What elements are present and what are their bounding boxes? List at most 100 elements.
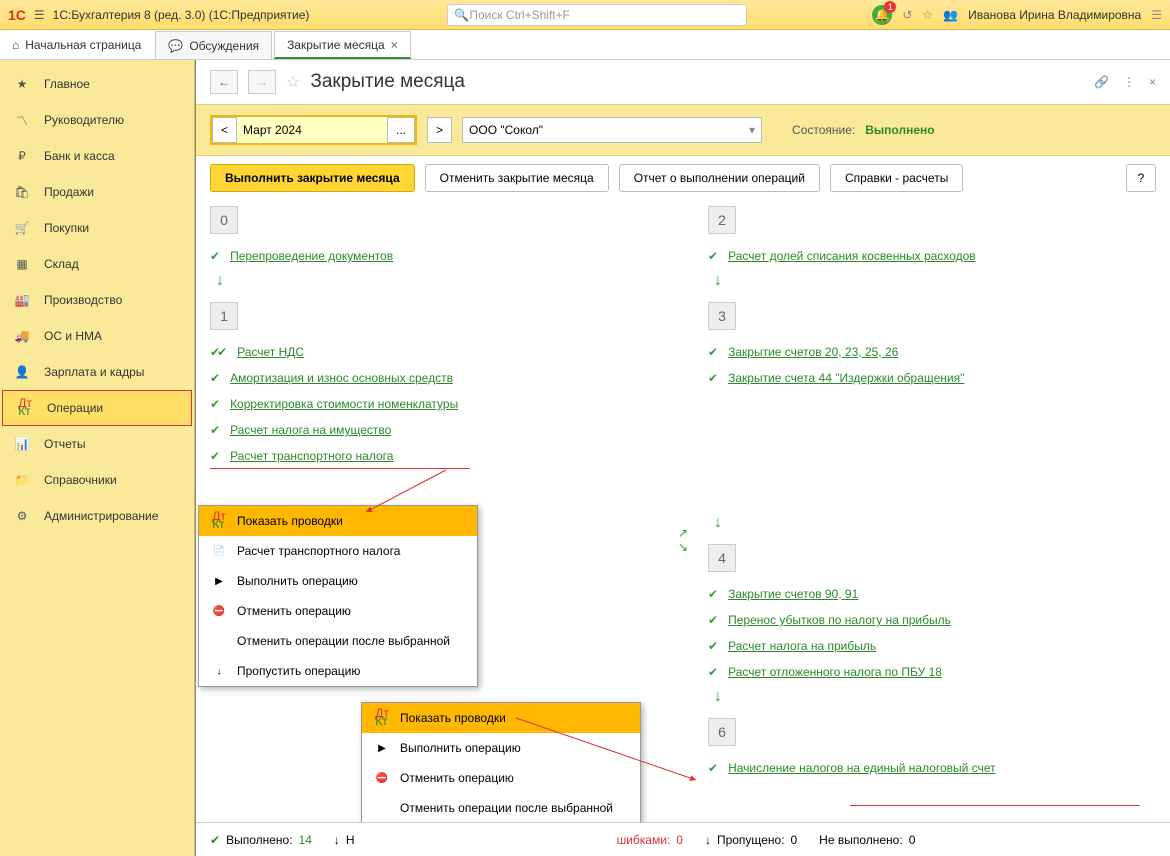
check-icon: ✔ [210, 449, 220, 463]
sidebar-item-hr[interactable]: 👤Зарплата и кадры [0, 354, 194, 390]
chat-icon: 💬 [168, 39, 183, 53]
check-icon: ✔ [708, 249, 718, 263]
ctx-cancel-after-2[interactable]: Отменить операции после выбранной [362, 793, 640, 822]
close-page-icon[interactable]: × [1149, 75, 1156, 89]
period-prev-button[interactable]: < [212, 117, 237, 143]
ctx-cancel-after[interactable]: Отменить операции после выбранной [199, 626, 477, 656]
op-repost-documents[interactable]: ✔Перепроведение документов [210, 246, 658, 266]
sidebar-item-bank[interactable]: ₽Банк и касса [0, 138, 194, 174]
more-icon[interactable]: ⋮ [1123, 75, 1135, 89]
run-icon: ▶ [211, 573, 227, 589]
basket-icon: 🛒 [14, 220, 30, 236]
op-unified-tax-account[interactable]: ✔Начисление налогов на единый налоговый … [708, 758, 1156, 778]
check-icon: ✔ [708, 665, 718, 679]
check-icon: ✔ [210, 397, 220, 411]
app-title: 1С:Бухгалтерия 8 (ред. 3.0) (1С:Предприя… [53, 8, 310, 22]
ctx-execute-operation-2[interactable]: ▶Выполнить операцию [362, 733, 640, 763]
favorite-icon[interactable]: ☆ [286, 72, 300, 92]
sidebar-item-purchases[interactable]: 🛒Покупки [0, 210, 194, 246]
sidebar-item-reports[interactable]: 📊Отчеты [0, 426, 194, 462]
period-next-button[interactable]: > [427, 117, 452, 143]
chart-icon: 📊 [14, 436, 30, 452]
op-close-90-91[interactable]: ✔Закрытие счетов 90, 91 [708, 584, 1156, 604]
period-ellipsis-button[interactable]: ... [387, 117, 415, 143]
help-button[interactable]: ? [1126, 164, 1156, 192]
sidebar-item-warehouse[interactable]: ▦Склад [0, 246, 194, 282]
status-bar: ✔Выполнено:14 ↓Н шибками:0 ↓Пропущено:0 … [196, 822, 1170, 856]
history-icon[interactable]: ↺ [902, 8, 912, 22]
op-transport-tax[interactable]: ✔Расчет транспортного налога [210, 446, 658, 466]
op-profit-tax[interactable]: ✔Расчет налога на прибыль [708, 636, 1156, 656]
check-icon: ✔ [708, 587, 718, 601]
op-close-44[interactable]: ✔Закрытие счета 44 "Издержки обращения" [708, 368, 1156, 388]
sidebar-item-admin[interactable]: ⚙Администрирование [0, 498, 194, 534]
search-input[interactable]: 🔍 Поиск Ctrl+Shift+F [447, 4, 747, 26]
ctx-cancel-operation-2[interactable]: ⛔Отменить операцию [362, 763, 640, 793]
stage-badge-1: 1 [210, 302, 238, 330]
op-close-20-23-25-26[interactable]: ✔Закрытие счетов 20, 23, 25, 26 [708, 342, 1156, 362]
check-icon: ✔ [708, 639, 718, 653]
op-deferred-tax[interactable]: ✔Расчет отложенного налога по ПБУ 18 [708, 662, 1156, 682]
stage-badge-2: 2 [708, 206, 736, 234]
ctx-execute-operation[interactable]: ▶Выполнить операцию [199, 566, 477, 596]
tab-home[interactable]: ⌂Начальная страница [0, 31, 153, 59]
sidebar-item-sales[interactable]: 🛍Продажи [0, 174, 194, 210]
references-button[interactable]: Справки - расчеты [830, 164, 963, 192]
run-close-button[interactable]: Выполнить закрытие месяца [210, 164, 415, 192]
tab-discussions[interactable]: 💬Обсуждения [155, 31, 272, 59]
sidebar-item-operations[interactable]: ДтКтОперации [2, 390, 192, 426]
op-indirect-costs[interactable]: ✔Расчет долей списания косвенных расходо… [708, 246, 1156, 266]
ctx-show-entries[interactable]: ДтКтПоказать проводки [199, 506, 477, 536]
check-icon: ✔ [210, 423, 220, 437]
sidebar-item-main[interactable]: ★Главное [0, 66, 194, 102]
status-value: Выполнено [865, 123, 934, 137]
report-button[interactable]: Отчет о выполнении операций [619, 164, 820, 192]
down-icon: ↓ [334, 833, 340, 847]
notifications-badge: 1 [884, 1, 896, 13]
close-icon[interactable]: × [391, 38, 398, 52]
organization-select[interactable]: ООО "Сокол"▾ [462, 117, 762, 143]
sidebar: ★Главное 〽Руководителю ₽Банк и касса 🛍Пр… [0, 60, 195, 856]
op-property-tax[interactable]: ✔Расчет налога на имущество [210, 420, 658, 440]
tab-month-close[interactable]: Закрытие месяца× [274, 31, 411, 59]
star-icon: ★ [14, 76, 30, 92]
hamburger-icon[interactable]: ☰ [34, 8, 45, 22]
users-icon[interactable]: 👥 [943, 8, 958, 22]
op-loss-transfer[interactable]: ✔Перенос убытков по налогу на прибыль [708, 610, 1156, 630]
op-vat[interactable]: ✔Расчет НДС [210, 342, 658, 362]
period-input[interactable] [237, 118, 387, 142]
check-icon: ✔ [708, 613, 718, 627]
cancel-close-button[interactable]: Отменить закрытие месяца [425, 164, 609, 192]
sidebar-item-assets[interactable]: 🚚ОС и НМА [0, 318, 194, 354]
stage-badge-0: 0 [210, 206, 238, 234]
stage-badge-4: 4 [708, 544, 736, 572]
star-icon[interactable]: ☆ [922, 8, 933, 22]
search-icon: 🔍 [454, 8, 469, 22]
status-label: Состояние: [792, 123, 855, 137]
factory-icon: 🏭 [14, 292, 30, 308]
sidebar-item-production[interactable]: 🏭Производство [0, 282, 194, 318]
sidebar-item-manager[interactable]: 〽Руководителю [0, 102, 194, 138]
person-icon: 👤 [14, 364, 30, 380]
op-depreciation[interactable]: ✔Амортизация и износ основных средств [210, 368, 658, 388]
menu-icon[interactable]: ☰ [1151, 8, 1162, 22]
back-button[interactable]: ← [210, 70, 238, 94]
sidebar-item-catalogs[interactable]: 📁Справочники [0, 462, 194, 498]
page-title: Закрытие месяца [310, 71, 465, 93]
context-menu-2: ДтКтПоказать проводки ▶Выполнить операци… [361, 702, 641, 822]
ctx-skip-operation[interactable]: ↓Пропустить операцию [199, 656, 477, 686]
op-cost-correction[interactable]: ✔Корректировка стоимости номенклатуры [210, 394, 658, 414]
ctx-cancel-operation[interactable]: ⛔Отменить операцию [199, 596, 477, 626]
ctx-calc-transport-tax[interactable]: 📄Расчет транспортного налога [199, 536, 477, 566]
home-icon: ⌂ [12, 38, 19, 52]
user-name[interactable]: Иванова Ирина Владимировна [968, 8, 1141, 22]
pulse-icon: 〽 [14, 112, 30, 128]
link-icon[interactable]: 🔗 [1094, 75, 1109, 89]
forward-button[interactable]: → [248, 70, 276, 94]
cancel-icon: ⛔ [211, 603, 227, 619]
logo: 1C [8, 7, 26, 23]
ctx-show-entries-2[interactable]: ДтКтПоказать проводки [362, 703, 640, 733]
cancel-icon: ⛔ [374, 770, 390, 786]
notifications-icon[interactable]: 🔔 1 [872, 5, 892, 25]
annotation-underline [210, 468, 470, 469]
